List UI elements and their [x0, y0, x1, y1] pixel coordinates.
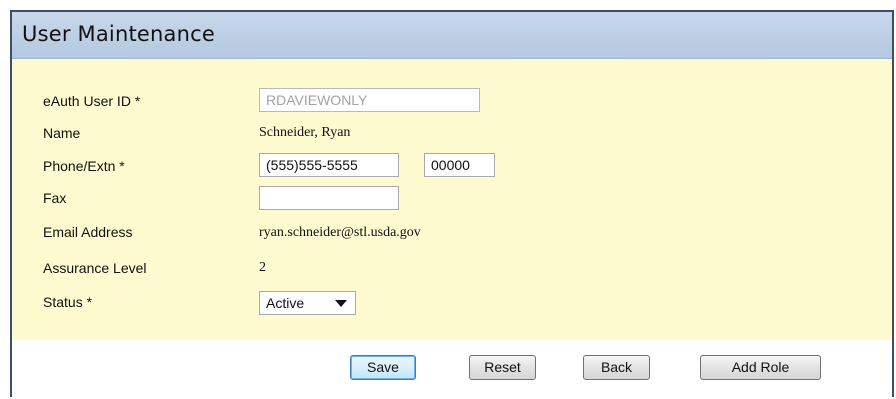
assurance-level-label: Assurance Level — [43, 260, 147, 276]
eauth-user-id-label: eAuth User ID * — [43, 93, 141, 109]
name-value: Schneider, Ryan — [259, 125, 351, 140]
phone-field[interactable] — [259, 153, 399, 177]
extension-field[interactable] — [424, 153, 495, 177]
status-selected-value: Active — [266, 295, 305, 311]
reset-button[interactable]: Reset — [469, 355, 536, 380]
back-button[interactable]: Back — [583, 355, 650, 380]
eauth-user-id-field — [259, 88, 480, 112]
status-select[interactable]: Active — [259, 291, 356, 315]
chevron-down-icon — [335, 300, 347, 307]
fax-label: Fax — [43, 190, 67, 206]
assurance-level-value: 2 — [259, 260, 266, 275]
email-address-value: ryan.schneider@stl.usda.gov — [259, 225, 421, 240]
page-title: User Maintenance — [22, 22, 215, 46]
add-role-button[interactable]: Add Role — [700, 355, 821, 380]
status-label: Status * — [43, 294, 93, 310]
name-label: Name — [43, 125, 81, 141]
save-button[interactable]: Save — [350, 355, 416, 380]
email-address-label: Email Address — [43, 224, 133, 240]
user-form: eAuth User ID * Name Schneider, Ryan Pho… — [12, 59, 892, 340]
fax-field[interactable] — [259, 186, 399, 210]
user-maintenance-panel: User Maintenance eAuth User ID * Name Sc… — [10, 10, 894, 397]
button-bar: Save Reset Back Add Role — [0, 355, 880, 381]
phone-extn-label: Phone/Extn * — [43, 158, 125, 174]
title-bar: User Maintenance — [12, 12, 892, 59]
